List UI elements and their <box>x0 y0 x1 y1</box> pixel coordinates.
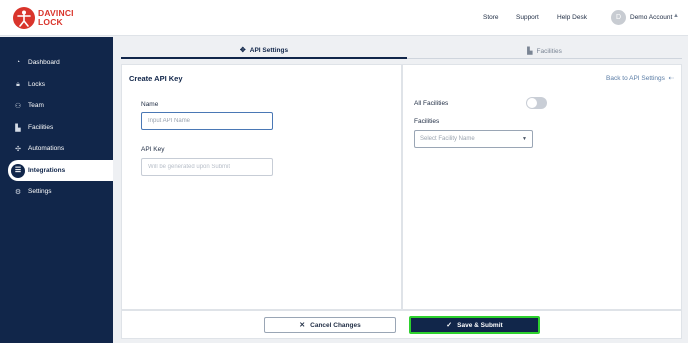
api-key-input[interactable] <box>141 158 273 176</box>
store-link[interactable]: Store <box>483 14 499 21</box>
create-api-key-panel: Create API Key Name API Key <box>121 64 402 310</box>
integrations-icon: ☰ <box>11 163 25 178</box>
brand-line-2: LOCK <box>38 16 63 27</box>
gauge-icon: ◔ <box>15 59 21 66</box>
close-icon: ✕ <box>299 322 306 329</box>
save-label: Save & Submit <box>457 321 503 329</box>
davinci-logo-icon[interactable] <box>13 7 35 29</box>
name-label: Name <box>141 101 159 108</box>
api-settings-icon: ✥ <box>239 47 246 54</box>
form-footer: ✕ Cancel Changes ✓ Save & Submit <box>121 310 682 339</box>
facilities-panel: Back to API Settings ⇠ All Facilities Fa… <box>402 64 682 310</box>
gear-icon: ⚙ <box>14 188 22 196</box>
team-icon: ⚇ <box>14 102 22 110</box>
check-icon: ✓ <box>446 322 453 329</box>
tab-label: API Settings <box>249 46 289 54</box>
sidebar: ◔ Dashboard 🔒︎ Locks ⚇ Team ▙ Facilities… <box>0 37 113 343</box>
sidebar-item-label: Team <box>28 102 44 109</box>
sidebar-item-automations[interactable]: ✣ Automations <box>8 138 113 159</box>
avatar[interactable]: D <box>611 10 626 25</box>
building-icon: ▙ <box>15 124 21 132</box>
chevron-down-icon: ▼ <box>522 136 527 142</box>
sidebar-item-label: Integrations <box>28 167 66 174</box>
facility-select[interactable]: Select Facility Name ▼ <box>414 130 533 148</box>
chevron-up-icon[interactable]: ▲ <box>673 13 679 19</box>
sidebar-item-dashboard[interactable]: ◔ Dashboard <box>8 52 113 73</box>
tab-facilities[interactable]: ▙ Facilities <box>407 43 682 59</box>
all-facilities-label: All Facilities <box>414 100 449 107</box>
top-header: DAVINCI LOCK Store Support Help Desk D D… <box>0 0 688 36</box>
sidebar-item-label: Dashboard <box>28 59 60 66</box>
save-submit-button[interactable]: ✓ Save & Submit <box>409 316 540 334</box>
support-link[interactable]: Support <box>516 14 539 21</box>
brand-name: DAVINCI LOCK <box>38 9 74 26</box>
sidebar-item-facilities[interactable]: ▙ Facilities <box>8 117 113 138</box>
sidebar-item-team[interactable]: ⚇ Team <box>8 95 113 116</box>
sidebar-item-label: Facilities <box>28 124 54 131</box>
sidebar-item-label: Locks <box>28 81 45 88</box>
tab-bar: ✥ API Settings ▙ Facilities <box>121 43 682 59</box>
account-name[interactable]: Demo Account <box>630 14 672 21</box>
panel-title: Create API Key <box>129 74 183 83</box>
cancel-label: Cancel Changes <box>310 321 361 329</box>
sidebar-item-label: Automations <box>28 145 65 152</box>
lock-icon: 🔒︎ <box>16 80 20 88</box>
arrow-left-icon: ⇠ <box>666 75 674 82</box>
sidebar-item-label: Settings <box>28 188 52 195</box>
tab-label: Facilities <box>536 47 562 55</box>
sidebar-item-settings[interactable]: ⚙ Settings <box>8 181 113 202</box>
building-icon: ▙ <box>527 48 533 55</box>
api-name-input[interactable] <box>141 112 273 130</box>
api-key-label: API Key <box>141 146 165 153</box>
help-desk-link[interactable]: Help Desk <box>557 14 587 21</box>
sidebar-item-locks[interactable]: 🔒︎ Locks <box>8 74 113 95</box>
automation-icon: ✣ <box>15 145 21 153</box>
sidebar-item-integrations[interactable]: ☰ Integrations <box>8 160 113 181</box>
back-to-api-settings-link[interactable]: Back to API Settings ⇠ <box>606 74 674 82</box>
facility-select-placeholder: Select Facility Name <box>420 136 475 142</box>
facilities-label: Facilities <box>414 118 440 125</box>
cancel-changes-button[interactable]: ✕ Cancel Changes <box>264 317 396 333</box>
toggle-knob <box>527 98 537 108</box>
tab-api-settings[interactable]: ✥ API Settings <box>121 43 407 59</box>
back-link-label: Back to API Settings <box>606 75 665 82</box>
all-facilities-toggle[interactable] <box>526 97 547 109</box>
